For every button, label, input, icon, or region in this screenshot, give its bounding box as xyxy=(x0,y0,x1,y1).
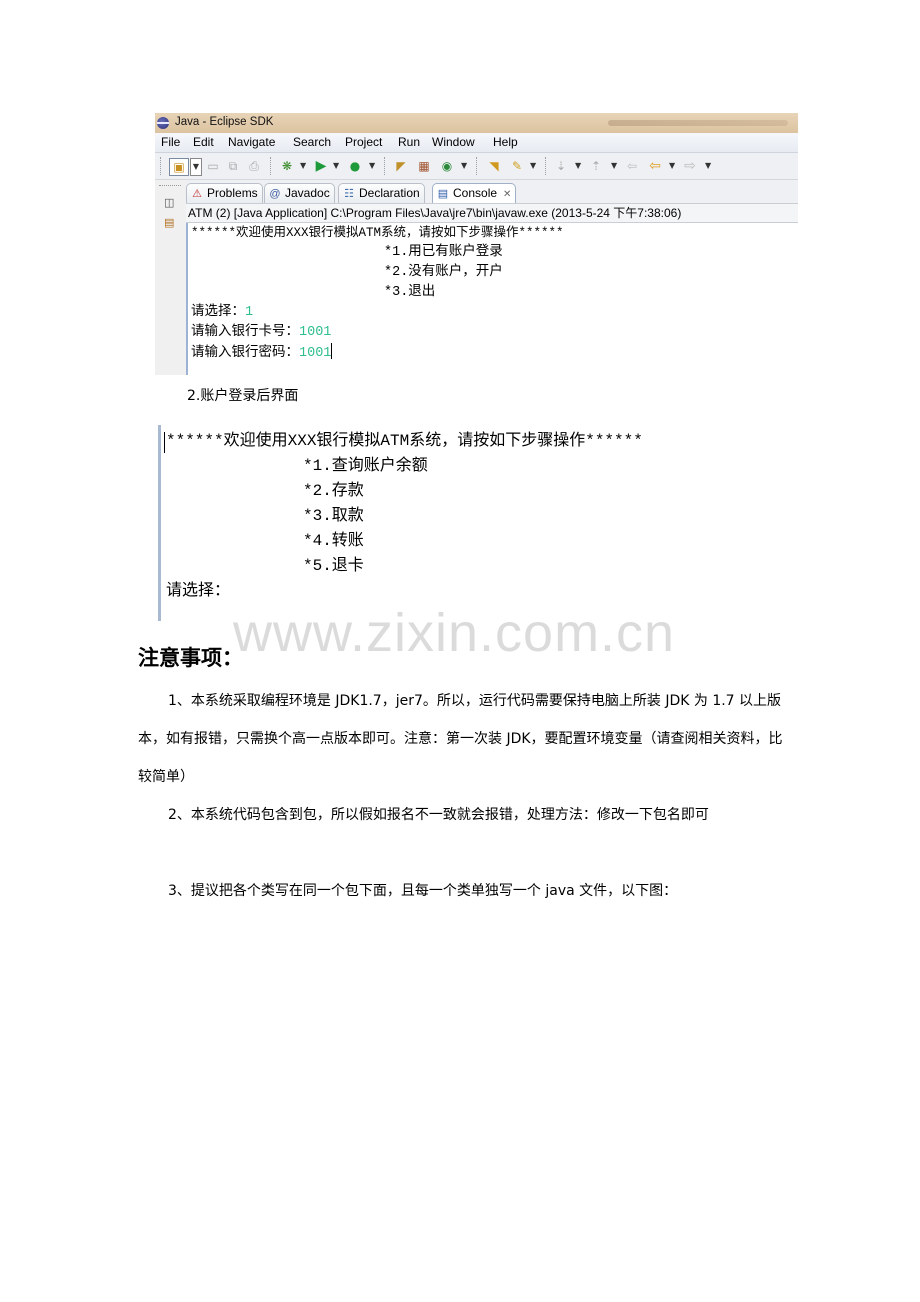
debug-dropdown-icon[interactable]: ▼ xyxy=(300,158,306,174)
window-title: Java - Eclipse SDK xyxy=(175,116,274,128)
console-prompt-line: 请输入银行卡号：1001 xyxy=(191,323,331,343)
console-menu-item: *5.退卡 xyxy=(303,557,364,575)
console-menu-item: *3.退出 xyxy=(384,285,436,300)
menu-help[interactable]: Help xyxy=(493,135,518,149)
prompt-label: 请输入银行卡号： xyxy=(191,325,299,340)
save-all-icon[interactable]: ⧉ xyxy=(226,158,240,174)
last-edit-location-icon[interactable]: ⇦ xyxy=(624,158,640,174)
console-banner: ******欢迎使用XXX银行模拟ATM系统，请按如下步骤操作****** xyxy=(191,226,564,240)
note-paragraph-3: 3、提议把各个类写在同一个包下面，且每一个类单独写一个 java 文件，以下图： xyxy=(168,883,678,899)
external-tools-dropdown-icon[interactable]: ▼ xyxy=(369,158,375,174)
console-menu-item: *2.存款 xyxy=(303,482,364,500)
trim-handle[interactable] xyxy=(159,185,181,186)
toolbar-separator xyxy=(160,157,162,175)
console-menu-item: *4.转账 xyxy=(303,532,364,550)
tab-javadoc-label: Javadoc xyxy=(285,186,330,200)
print-icon[interactable]: ⎙ xyxy=(247,158,261,174)
external-tools-icon[interactable]: ● xyxy=(347,158,363,174)
new-class-dropdown-icon[interactable]: ▼ xyxy=(461,158,467,174)
console-menu-item: *3.取款 xyxy=(303,507,364,525)
eclipse-logo-icon xyxy=(157,117,169,129)
view-tab-bar: ⚠ Problems @ Javadoc ☷ Declaration ▤ Console… xyxy=(186,180,798,203)
run-icon[interactable]: ▶ xyxy=(313,158,329,174)
back-dropdown-icon[interactable]: ▼ xyxy=(669,158,675,174)
user-input: 1001 xyxy=(299,346,332,361)
console-output[interactable]: ******欢迎使用XXX银行模拟ATM系统，请按如下步骤操作****** *1… xyxy=(186,223,798,375)
tab-declaration[interactable]: ☷ Declaration xyxy=(338,183,425,203)
back-icon[interactable]: ⇦ xyxy=(647,158,663,174)
user-input: 1 xyxy=(245,305,254,320)
console-prompt-line: 请输入银行密码：1001 xyxy=(191,343,333,364)
next-annotation-icon[interactable]: ⇣ xyxy=(553,158,569,174)
menu-project[interactable]: Project xyxy=(345,135,382,149)
menu-run[interactable]: Run xyxy=(398,135,420,149)
new-java-project-icon[interactable]: ◤ xyxy=(393,158,409,174)
forward-dropdown-icon[interactable]: ▼ xyxy=(705,158,711,174)
close-icon[interactable]: ✕ xyxy=(503,189,511,200)
watermark: www.zixin.com.cn xyxy=(233,603,676,663)
menu-window[interactable]: Window xyxy=(432,135,475,149)
tab-problems-label: Problems xyxy=(207,186,258,200)
window-titlebar: Java - Eclipse SDK xyxy=(155,113,798,133)
new-package-icon[interactable]: ▦ xyxy=(416,158,432,174)
console-menu-item: *2.没有账户，开户 xyxy=(384,265,503,280)
previous-annotation-icon[interactable]: ⇡ xyxy=(588,158,604,174)
menu-search[interactable]: Search xyxy=(293,135,331,149)
search-icon[interactable]: ✎ xyxy=(509,158,525,174)
debug-icon[interactable]: ❋ xyxy=(279,158,295,174)
run-dropdown-icon[interactable]: ▼ xyxy=(333,158,339,174)
new-wizard-icon[interactable]: ▣ xyxy=(169,158,189,176)
tab-console[interactable]: ▤ Console ✕ xyxy=(432,183,517,203)
toolbar-separator xyxy=(545,157,547,175)
toolbar-separator xyxy=(270,157,272,175)
notes-heading: 注意事项： xyxy=(138,646,243,670)
left-trim-bar: ◫ ▤ xyxy=(155,180,185,375)
previous-annotation-dropdown-icon[interactable]: ▼ xyxy=(611,158,617,174)
prompt-label: 请输入银行密码： xyxy=(191,346,299,361)
toolbar-separator xyxy=(476,157,478,175)
forward-icon[interactable]: ⇨ xyxy=(682,158,698,174)
note-paragraph-1: 1、本系统采取编程环境是 JDK1.7，jer7。所以，运行代码需要保持电脑上所… xyxy=(138,693,783,785)
menu-bar: File Edit Navigate Search Project Run Wi… xyxy=(155,133,798,153)
next-annotation-dropdown-icon[interactable]: ▼ xyxy=(575,158,581,174)
hierarchy-view-icon[interactable]: ▤ xyxy=(164,216,174,229)
new-class-icon[interactable]: ◉ xyxy=(439,158,455,174)
console-prompt-line: 请选择：1 xyxy=(191,303,253,323)
menu-file[interactable]: File xyxy=(161,135,180,149)
eclipse-screenshot: Java - Eclipse SDK File Edit Navigate Se… xyxy=(155,113,798,375)
tab-declaration-label: Declaration xyxy=(359,186,420,200)
console-prompt: 请选择： xyxy=(166,582,231,600)
figure-caption: 2.账户登录后界面 xyxy=(187,388,299,404)
text-caret xyxy=(331,343,333,359)
console-menu-item: *1.用已有账户登录 xyxy=(384,245,503,260)
blurred-titlebar-text xyxy=(608,120,788,126)
restore-view-icon[interactable]: ◫ xyxy=(164,196,174,209)
toolbar-separator xyxy=(384,157,386,175)
menu-edit[interactable]: Edit xyxy=(193,135,214,149)
menu-navigate[interactable]: Navigate xyxy=(228,135,275,149)
main-toolbar: ▣ ▼ ▭ ⧉ ⎙ ❋ ▼ ▶ ▼ ● ▼ ◤ ▦ ◉ ▼ ◥ ✎ ▼ ⇣ ▼ … xyxy=(155,153,798,180)
search-dropdown-icon[interactable]: ▼ xyxy=(530,158,536,174)
tab-problems[interactable]: ⚠ Problems xyxy=(186,183,263,203)
open-type-icon[interactable]: ◥ xyxy=(485,158,503,174)
user-input: 1001 xyxy=(299,325,332,340)
tab-javadoc[interactable]: @ Javadoc xyxy=(264,183,335,203)
save-icon[interactable]: ▭ xyxy=(206,158,220,174)
console-icon: ▤ xyxy=(437,188,449,200)
declaration-icon: ☷ xyxy=(344,188,354,200)
javadoc-icon: @ xyxy=(269,188,281,200)
new-dropdown-icon[interactable]: ▼ xyxy=(190,158,202,176)
console-launch-header: ATM (2) [Java Application] C:\Program Fi… xyxy=(186,203,798,223)
tab-console-label: Console xyxy=(453,186,498,200)
problems-icon: ⚠ xyxy=(192,188,202,200)
text-caret xyxy=(164,432,165,453)
post-login-console-screenshot: ******欢迎使用XXX银行模拟ATM系统，请按如下步骤操作****** *1… xyxy=(158,425,731,621)
console-menu-item: *1.查询账户余额 xyxy=(303,457,428,475)
prompt-label: 请选择： xyxy=(191,305,245,320)
note-paragraph-2: 2、本系统代码包含到包，所以假如报名不一致就会报错，处理方法：修改一下包名即可 xyxy=(168,807,709,823)
console-banner: ******欢迎使用XXX银行模拟ATM系统，请按如下步骤操作****** xyxy=(166,432,643,450)
